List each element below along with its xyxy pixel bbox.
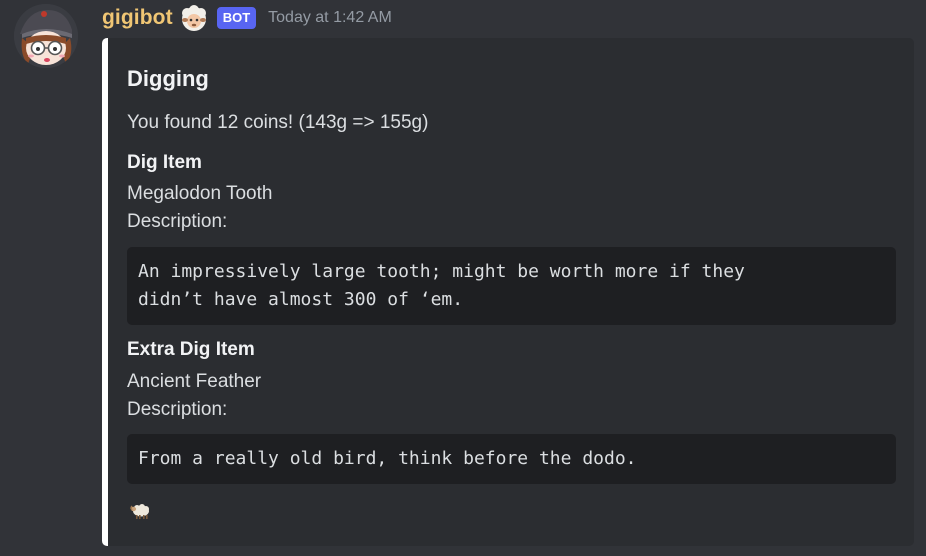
ram-emoji-icon xyxy=(129,499,151,521)
code-block[interactable]: An impressively large tooth; might be wo… xyxy=(127,247,896,325)
field-name: Dig Item xyxy=(127,152,202,173)
message-header: gigibot BOT Today at 1:42 AM xyxy=(102,2,392,34)
field-description-label: Description: xyxy=(127,211,228,232)
field-item: Megalodon Tooth xyxy=(127,183,273,204)
embed: Digging You found 12 coins! (143g => 155… xyxy=(102,38,914,546)
username[interactable]: gigibot xyxy=(102,6,173,30)
avatar-portrait-icon xyxy=(14,4,78,68)
embed-title: Digging xyxy=(127,66,209,91)
timestamp[interactable]: Today at 1:42 AM xyxy=(268,9,392,27)
embed-description: You found 12 coins! (143g => 155g) xyxy=(127,112,429,133)
field-description-label: Description: xyxy=(127,399,228,420)
sheep-emoji-icon xyxy=(179,3,209,33)
avatar[interactable] xyxy=(14,4,78,68)
field-name: Extra Dig Item xyxy=(127,339,255,360)
bot-tag: BOT xyxy=(216,7,257,29)
field-item: Ancient Feather xyxy=(127,371,262,392)
code-block[interactable]: From a really old bird, think before the… xyxy=(127,434,896,484)
chat-message: gigibot BOT Today at 1:42 AM Digging You… xyxy=(0,0,926,556)
